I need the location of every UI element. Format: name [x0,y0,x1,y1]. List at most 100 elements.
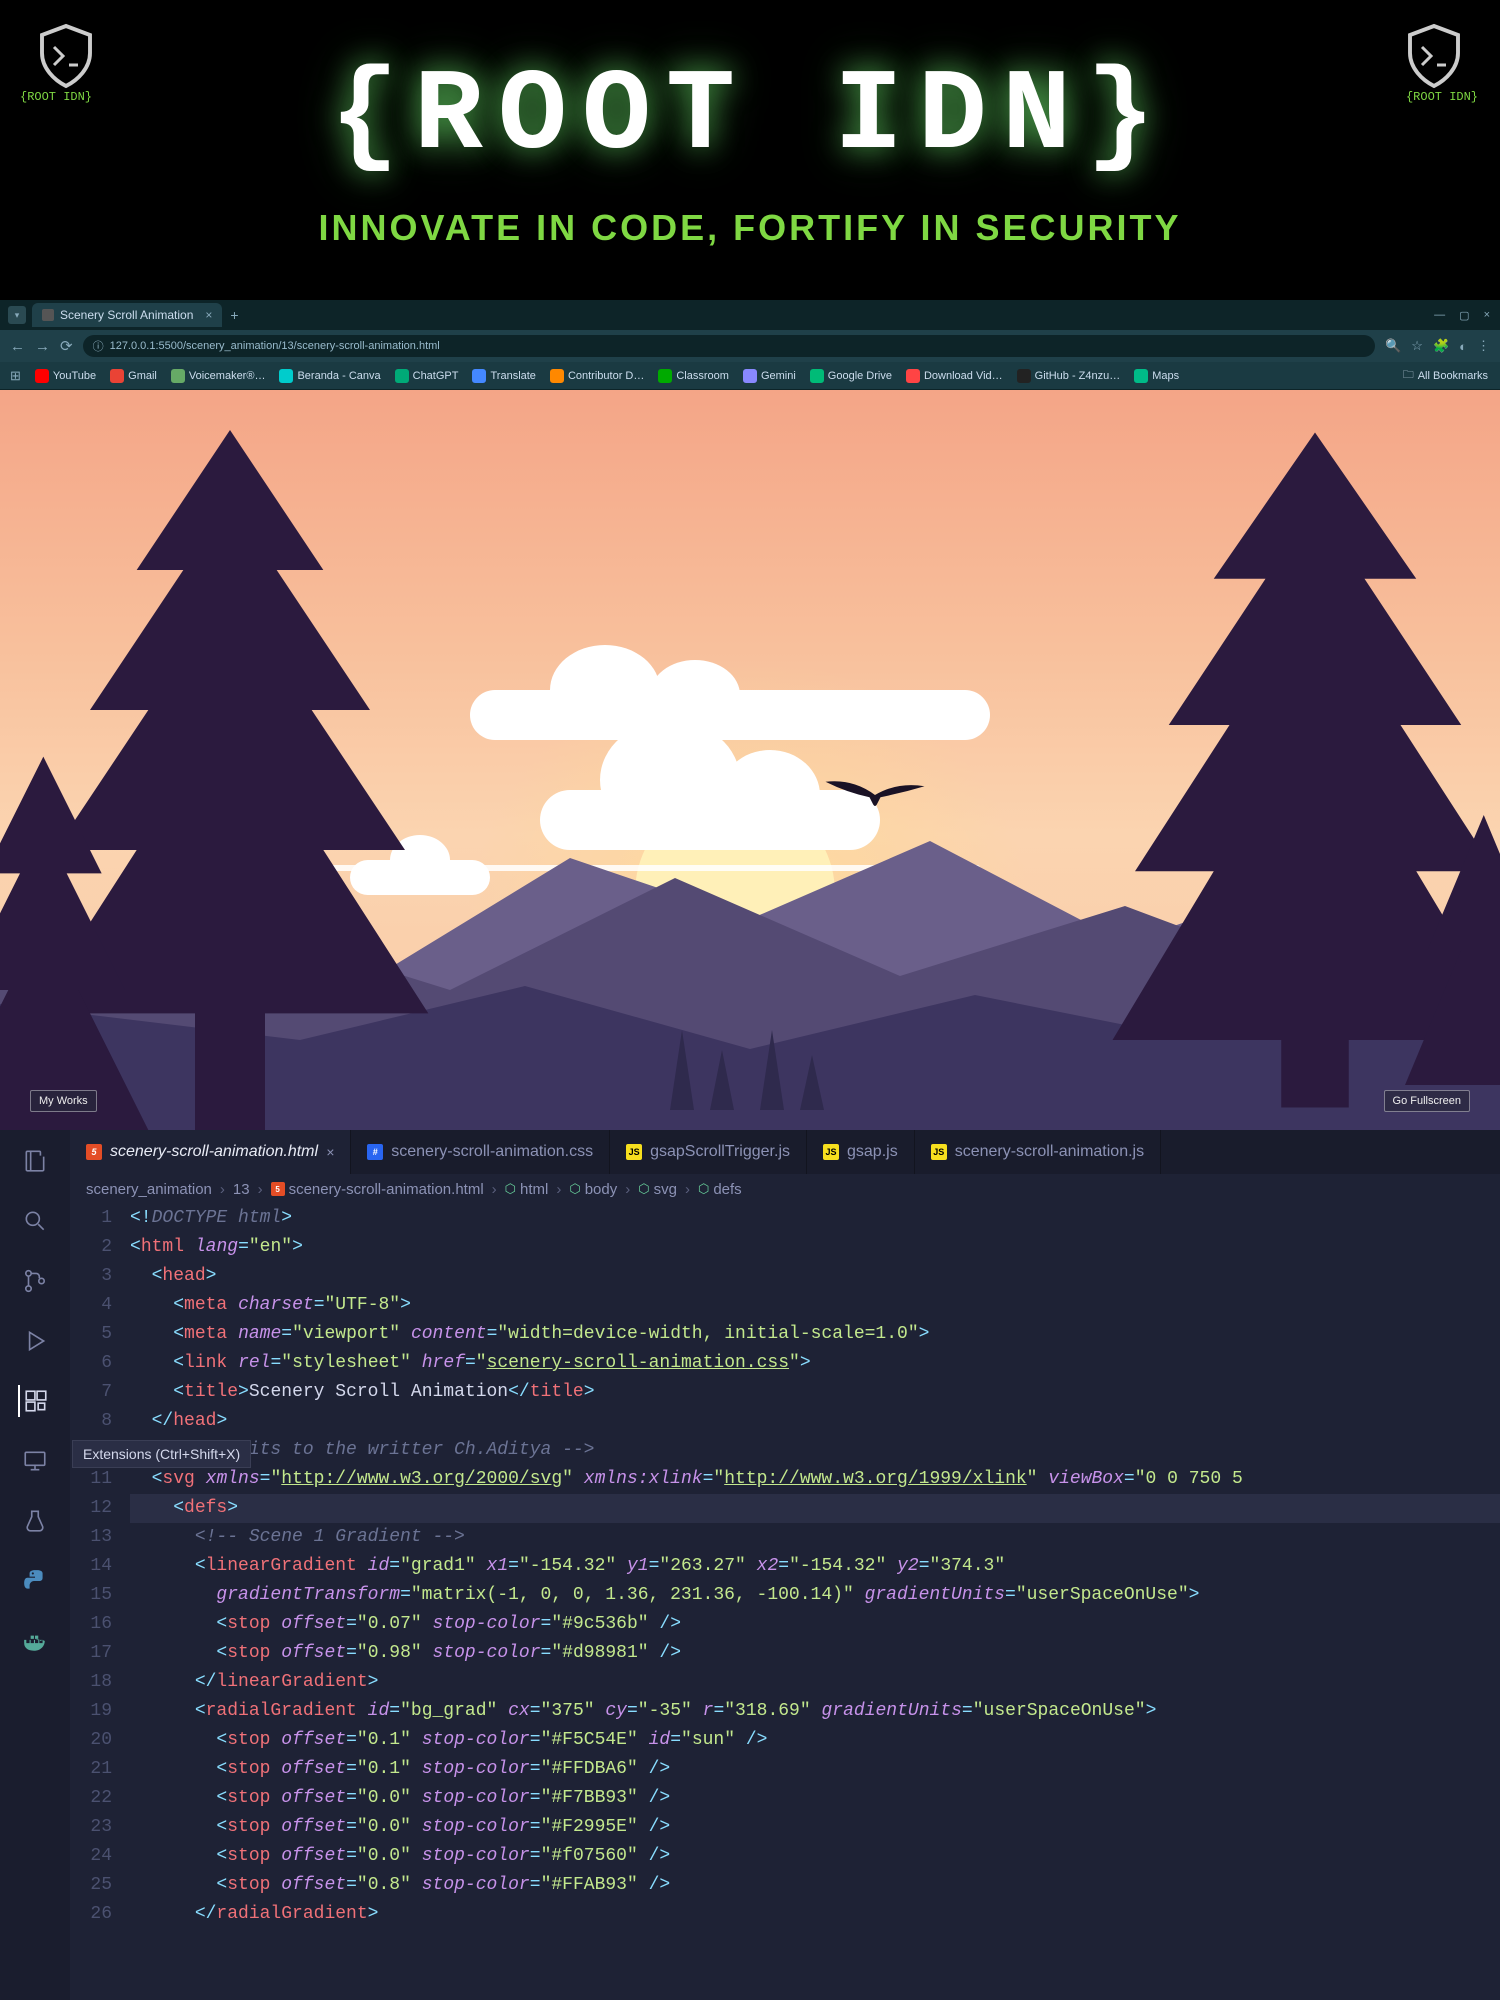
all-bookmarks-link[interactable]: 🗀 All Bookmarks [1403,366,1488,385]
docker-icon[interactable] [19,1625,51,1657]
bookmark-item[interactable]: YouTube [35,369,96,383]
eagle-silhouette [820,770,930,820]
activity-bar: Extensions (Ctrl+Shift+X) [0,1130,70,2000]
bookmark-item[interactable]: Translate [472,369,535,383]
extensions-tooltip: Extensions (Ctrl+Shift+X) [72,1440,251,1468]
bookmark-favicon [472,369,486,383]
breadcrumb-item[interactable]: ⬡defs [698,1181,742,1198]
code-editor: Extensions (Ctrl+Shift+X) 5scenery-scrol… [0,1130,1500,2000]
close-button[interactable]: × [1484,309,1490,322]
file-type-icon: JS [626,1144,642,1160]
site-info-icon[interactable]: ⓘ [93,338,104,354]
editor-tab[interactable]: #scenery-scroll-animation.css [351,1130,610,1174]
code-area[interactable]: 1234567810111213141516171819202122232425… [70,1204,1500,2000]
bookmark-item[interactable]: Beranda - Canva [279,369,380,383]
bookmark-favicon [658,369,672,383]
source-control-icon[interactable] [19,1265,51,1297]
forward-button[interactable]: → [35,338,50,355]
editor-tabs: 5scenery-scroll-animation.html×#scenery-… [70,1130,1500,1174]
breadcrumb-item[interactable]: 13 [233,1181,250,1198]
bookmark-favicon [35,369,49,383]
pine-tree-right [1090,410,1500,1130]
editor-tab[interactable]: JSgsapScrollTrigger.js [610,1130,807,1174]
bookmark-item[interactable]: Gemini [743,369,796,383]
editor-tab[interactable]: JSgsap.js [807,1130,915,1174]
menu-dots-icon[interactable]: ⋮ [1477,338,1490,354]
new-tab-button[interactable]: + [230,307,238,323]
python-icon[interactable] [19,1565,51,1597]
brand-subtitle: INNOVATE IN CODE, FORTIFY IN SECURITY [318,207,1181,249]
bookmark-item[interactable]: ChatGPT [395,369,459,383]
bookmark-item[interactable]: GitHub - Z4nzu… [1017,369,1121,383]
tab-close-icon[interactable]: × [205,308,212,322]
apps-icon[interactable]: ⊞ [10,368,21,384]
tab-favicon [42,309,54,321]
file-type-icon: JS [931,1144,947,1160]
bookmark-favicon [1017,369,1031,383]
explorer-icon[interactable] [19,1145,51,1177]
bookmark-item[interactable]: Google Drive [810,369,892,383]
bookmark-item[interactable]: Contributor D… [550,369,644,383]
logo-label-right: {ROOT IDN} [1406,90,1478,104]
file-type-icon: # [367,1144,383,1160]
extensions-puzzle-icon[interactable]: 🧩 [1433,338,1449,354]
file-icon: 5 [271,1182,285,1196]
bookmark-star-icon[interactable]: ☆ [1411,338,1423,354]
code-content[interactable]: <!DOCTYPE html><html lang="en"> <head> <… [130,1204,1500,2000]
bookmark-favicon [743,369,757,383]
tab-title: Scenery Scroll Animation [60,308,193,322]
struct-icon: ⬡ [569,1181,580,1197]
breadcrumb-item[interactable]: ⬡body [569,1181,617,1198]
breadcrumb-item[interactable]: ⬡svg [638,1181,677,1198]
brand-banner: {ROOT IDN} {ROOT IDN} {ROOT IDN} INNOVAT… [0,0,1500,300]
extensions-icon[interactable] [18,1385,50,1417]
url-text: 127.0.0.1:5500/scenery_animation/13/scen… [110,340,440,352]
bookmark-item[interactable]: Maps [1134,369,1179,383]
bookmark-item[interactable]: Gmail [110,369,157,383]
search-icon[interactable] [19,1205,51,1237]
reload-button[interactable]: ⟳ [60,337,73,355]
logo-label-left: {ROOT IDN} [20,90,92,104]
url-field[interactable]: ⓘ 127.0.0.1:5500/scenery_animation/13/sc… [83,335,1376,357]
breadcrumb[interactable]: scenery_animation›13›5scenery-scroll-ani… [70,1174,1500,1204]
testing-icon[interactable] [19,1505,51,1537]
bookmark-favicon [1134,369,1148,383]
editor-tab[interactable]: 5scenery-scroll-animation.html× [70,1130,351,1174]
bookmark-favicon [279,369,293,383]
file-type-icon: JS [823,1144,839,1160]
editor-main: 5scenery-scroll-animation.html×#scenery-… [70,1130,1500,2000]
minimize-button[interactable]: — [1434,309,1445,322]
browser-window: ▾ Scenery Scroll Animation × + — ▢ × ← →… [0,300,1500,390]
pine-tree-left [0,430,480,1130]
tab-search-dropdown[interactable]: ▾ [8,306,26,324]
bookmark-favicon [550,369,564,383]
bookmarks-bar: ⊞ YouTube Gmail Voicemaker®… Beranda - Canv… [0,362,1500,390]
profile-icon[interactable]: ◐ [1459,339,1467,354]
shield-logo-left [30,20,102,92]
line-numbers: 1234567810111213141516171819202122232425… [70,1204,130,2000]
fullscreen-button[interactable]: Go Fullscreen [1384,1090,1470,1112]
bookmark-item[interactable]: Classroom [658,369,729,383]
maximize-button[interactable]: ▢ [1459,309,1469,322]
remote-icon[interactable] [19,1445,51,1477]
back-button[interactable]: ← [10,338,25,355]
breadcrumb-item[interactable]: ⬡html [505,1181,549,1198]
breadcrumb-item[interactable]: scenery_animation [86,1181,212,1198]
bookmark-item[interactable]: Download Vid… [906,369,1003,383]
bookmark-favicon [171,369,185,383]
address-bar: ← → ⟳ ⓘ 127.0.0.1:5500/scenery_animation… [0,330,1500,362]
bookmark-item[interactable]: Voicemaker®… [171,369,266,383]
tab-close-icon[interactable]: × [326,1144,334,1160]
search-icon[interactable]: 🔍 [1385,338,1401,354]
editor-tab[interactable]: JSscenery-scroll-animation.js [915,1130,1161,1174]
browser-tab-active[interactable]: Scenery Scroll Animation × [32,303,222,327]
run-debug-icon[interactable] [19,1325,51,1357]
my-works-button[interactable]: My Works [30,1090,97,1112]
struct-icon: ⬡ [698,1181,709,1197]
breadcrumb-item[interactable]: 5scenery-scroll-animation.html [271,1181,484,1198]
brand-title: {ROOT IDN} [330,51,1170,182]
cloud-upper [470,690,990,740]
bookmark-favicon [810,369,824,383]
file-type-icon: 5 [86,1144,102,1160]
bookmark-favicon [110,369,124,383]
